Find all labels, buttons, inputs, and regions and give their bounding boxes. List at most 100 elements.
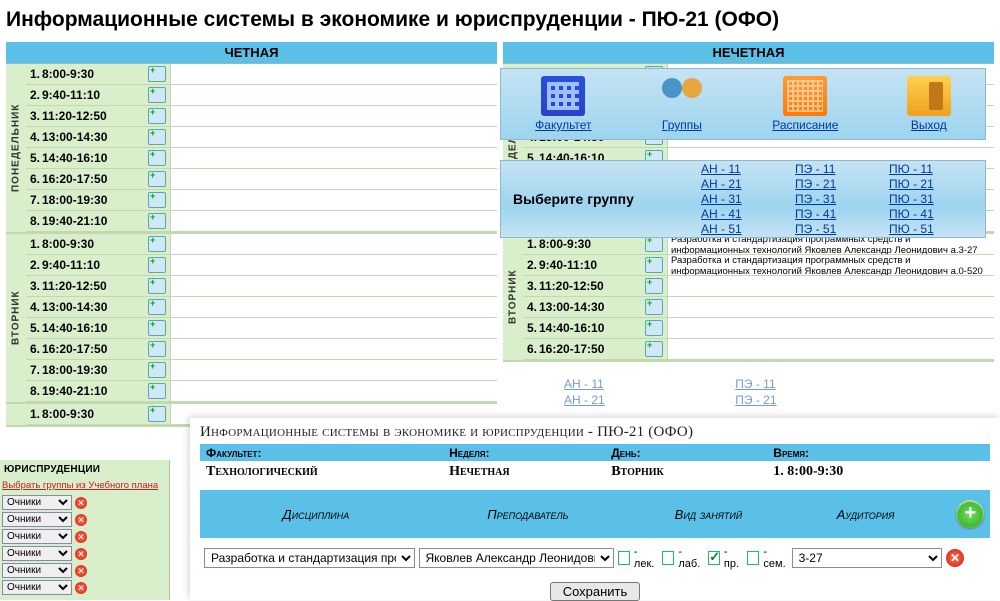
time-slot: 6. 16:20-17:50 xyxy=(26,169,497,190)
group-link[interactable]: ПЭ - 11 xyxy=(795,162,879,177)
group-link[interactable]: ПЭ - 21 xyxy=(795,177,879,192)
plan-delete-button[interactable]: ✕ xyxy=(75,565,87,577)
plan-select[interactable]: Очники xyxy=(2,546,72,561)
calendar-icon[interactable] xyxy=(148,66,166,82)
calendar-icon[interactable] xyxy=(148,87,166,103)
lesson-cell[interactable] xyxy=(170,234,497,254)
calendar-icon[interactable] xyxy=(148,257,166,273)
calendar-icon[interactable] xyxy=(148,171,166,187)
lesson-cell[interactable] xyxy=(170,64,497,84)
group-link-secondary[interactable]: АН - 11 xyxy=(564,376,605,392)
delete-row-button[interactable]: ✕ xyxy=(946,549,964,567)
calendar-icon[interactable] xyxy=(148,213,166,229)
calendar-icon[interactable] xyxy=(148,299,166,315)
group-link[interactable]: АН - 51 xyxy=(701,222,785,237)
room-select[interactable]: 3-27 xyxy=(792,548,942,568)
lesson-cell[interactable] xyxy=(170,106,497,126)
calendar-icon[interactable] xyxy=(148,192,166,208)
calendar-icon[interactable] xyxy=(148,341,166,357)
calendar-icon[interactable] xyxy=(645,341,663,357)
lesson-cell[interactable] xyxy=(170,148,497,168)
discipline-select[interactable]: Разработка и стандартизация прог xyxy=(204,548,415,568)
group-link[interactable]: ПЮ - 41 xyxy=(889,207,973,222)
group-link[interactable]: АН - 11 xyxy=(701,162,785,177)
nav-schedule[interactable]: Расписание xyxy=(772,76,838,132)
group-link-secondary[interactable]: ПЭ - 21 xyxy=(735,392,776,408)
group-link[interactable]: ПЭ - 51 xyxy=(795,222,879,237)
chk-pr[interactable] xyxy=(708,551,720,565)
lesson-cell[interactable] xyxy=(170,85,497,105)
slot-time: 14:40-16:10 xyxy=(40,151,146,165)
lesson-cell[interactable] xyxy=(170,339,497,359)
lesson-cell[interactable] xyxy=(170,276,497,296)
group-link[interactable]: ПЮ - 31 xyxy=(889,192,973,207)
teacher-select[interactable]: Яковлев Александр Леонидович xyxy=(419,548,614,568)
group-link[interactable]: ПЭ - 31 xyxy=(795,192,879,207)
slot-num: 7. xyxy=(26,193,40,207)
lesson-cell[interactable] xyxy=(170,360,497,380)
group-link[interactable]: ПЭ - 41 xyxy=(795,207,879,222)
group-link[interactable]: ПЮ - 51 xyxy=(889,222,973,237)
chk-lec[interactable] xyxy=(618,551,630,565)
calendar-icon[interactable] xyxy=(148,278,166,294)
lesson-cell[interactable] xyxy=(170,318,497,338)
group-link-secondary[interactable]: ПЭ - 11 xyxy=(735,376,776,392)
slot-num: 2. xyxy=(26,88,40,102)
lesson-cell[interactable] xyxy=(170,190,497,210)
group-link[interactable]: АН - 31 xyxy=(701,192,785,207)
lesson-cell[interactable] xyxy=(170,297,497,317)
group-link-secondary[interactable]: АН - 21 xyxy=(564,392,605,408)
plan-select[interactable]: Очники xyxy=(2,580,72,595)
nav-faculty[interactable]: Факультет xyxy=(535,76,591,132)
calendar-icon[interactable] xyxy=(148,108,166,124)
lesson-cell[interactable] xyxy=(170,127,497,147)
slot-num: 3. xyxy=(26,109,40,123)
plan-delete-button[interactable]: ✕ xyxy=(75,514,87,526)
slot-num: 2. xyxy=(26,258,40,272)
pick-groups-link[interactable]: Выбрать группы из Учебного плана xyxy=(2,480,167,491)
plan-delete-button[interactable]: ✕ xyxy=(75,582,87,594)
plan-select[interactable]: Очники xyxy=(2,529,72,544)
calendar-icon[interactable] xyxy=(148,236,166,252)
nav-groups[interactable]: Группы xyxy=(660,76,704,132)
lesson-cell[interactable] xyxy=(170,211,497,231)
calendar-icon[interactable] xyxy=(148,406,166,422)
calendar-icon[interactable] xyxy=(645,236,663,252)
slot-num: 7. xyxy=(26,363,40,377)
lesson-cell[interactable] xyxy=(170,169,497,189)
door-icon xyxy=(907,76,951,116)
calendar-icon[interactable] xyxy=(645,278,663,294)
calendar-icon[interactable] xyxy=(148,362,166,378)
group-link[interactable]: ПЮ - 11 xyxy=(889,162,973,177)
lesson-cell[interactable] xyxy=(667,339,994,359)
plan-select[interactable]: Очники xyxy=(2,495,72,510)
plan-delete-button[interactable]: ✕ xyxy=(75,531,87,543)
calendar-icon[interactable] xyxy=(148,150,166,166)
group-link[interactable]: АН - 21 xyxy=(701,177,785,192)
add-row-button[interactable]: + xyxy=(956,500,984,528)
lesson-cell[interactable] xyxy=(667,297,994,317)
calendar-icon[interactable] xyxy=(645,320,663,336)
calendar-icon[interactable] xyxy=(645,299,663,315)
calendar-icon[interactable] xyxy=(148,383,166,399)
calendar-icon[interactable] xyxy=(645,257,663,273)
lesson-cell[interactable] xyxy=(170,381,497,401)
plan-delete-button[interactable]: ✕ xyxy=(75,497,87,509)
chk-sem[interactable] xyxy=(747,551,759,565)
plan-select[interactable]: Очники xyxy=(2,563,72,578)
group-link[interactable]: ПЮ - 21 xyxy=(889,177,973,192)
lesson-cell[interactable] xyxy=(667,276,994,296)
calendar-icon[interactable] xyxy=(148,320,166,336)
calendar-icon[interactable] xyxy=(148,129,166,145)
edit-title: Информационные системы в экономике и юри… xyxy=(200,424,990,441)
nav-exit[interactable]: Выход xyxy=(907,76,951,132)
plan-select[interactable]: Очники xyxy=(2,512,72,527)
slot-time: 19:40-21:10 xyxy=(40,384,146,398)
save-button[interactable]: Сохранить xyxy=(550,582,641,601)
lesson-cell[interactable] xyxy=(667,318,994,338)
chk-lab[interactable] xyxy=(662,551,674,565)
lesson-cell[interactable]: Разработка и стандартизация программных … xyxy=(667,255,994,275)
lesson-cell[interactable] xyxy=(170,255,497,275)
group-link[interactable]: АН - 41 xyxy=(701,207,785,222)
plan-delete-button[interactable]: ✕ xyxy=(75,548,87,560)
